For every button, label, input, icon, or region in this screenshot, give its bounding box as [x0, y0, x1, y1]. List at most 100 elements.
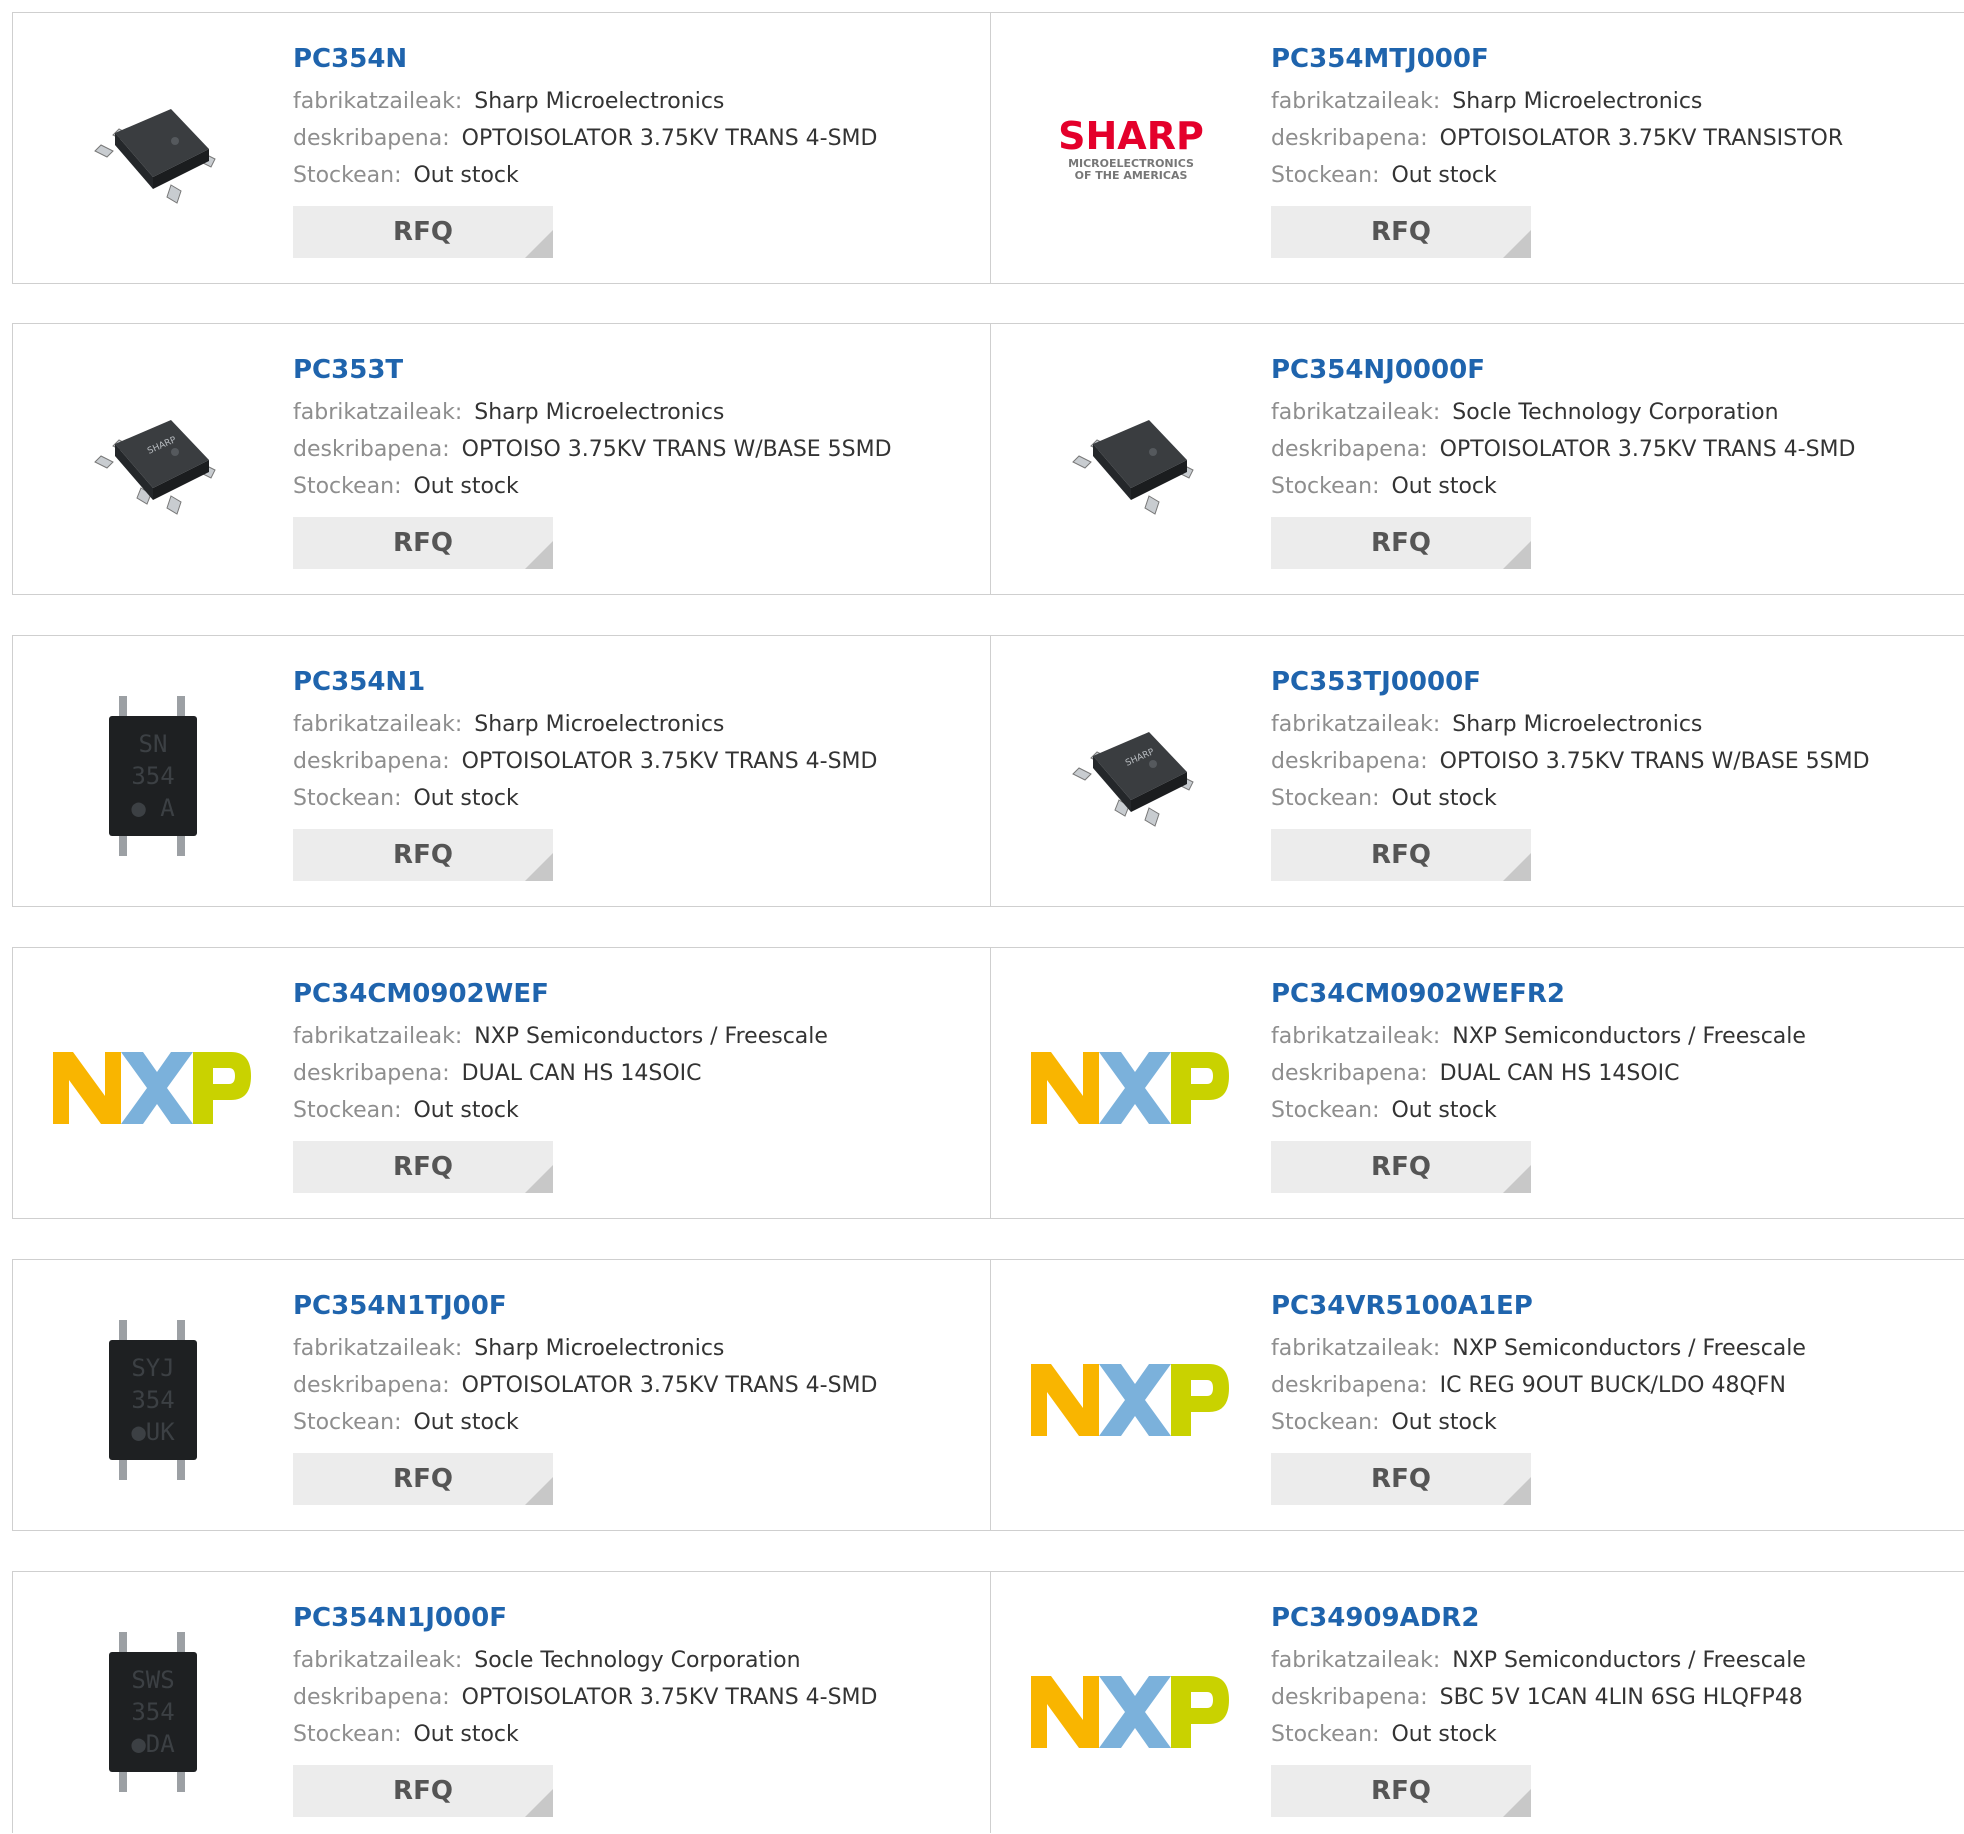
corner-triangle-icon: [1503, 1789, 1531, 1817]
corner-triangle-icon: [1503, 1477, 1531, 1505]
rfq-button-label: RFQ: [393, 840, 453, 870]
description-label: deskribapena:: [293, 437, 450, 462]
stock-line: Stockean: Out stock: [1271, 1404, 1957, 1441]
product-card: PC34CM0902WEF fabrikatzaileak: NXP Semico…: [13, 948, 989, 1218]
product-image[interactable]: [53, 988, 253, 1188]
part-number-link[interactable]: PC34CM0902WEFR2: [1271, 978, 1957, 1010]
description-line: deskribapena: SBC 5V 1CAN 4LIN 6SG HLQFP4…: [1271, 1679, 1957, 1716]
stock-value: Out stock: [413, 163, 519, 188]
part-number-link[interactable]: PC34VR5100A1EP: [1271, 1290, 1957, 1322]
rfq-button[interactable]: RFQ: [293, 1453, 553, 1505]
part-number-link[interactable]: PC354MTJ000F: [1271, 43, 1957, 75]
rfq-button-label: RFQ: [1371, 840, 1431, 870]
description-label: deskribapena:: [293, 126, 450, 151]
chip-image: SHARP: [1072, 732, 1194, 827]
description-label: deskribapena:: [293, 1373, 450, 1398]
description-label: deskribapena:: [1271, 1685, 1428, 1710]
description-value: DUAL CAN HS 14SOIC: [461, 1061, 702, 1086]
part-number-link[interactable]: PC354NJ0000F: [1271, 354, 1957, 386]
description-value: OPTOISOLATOR 3.75KV TRANS 4-SMD: [461, 749, 878, 774]
stock-label: Stockean:: [293, 1098, 402, 1123]
description-label: deskribapena:: [293, 1685, 450, 1710]
rfq-button[interactable]: RFQ: [1271, 829, 1531, 881]
manufacturer-line: fabrikatzaileak: Sharp Microelectronics: [1271, 83, 1957, 120]
stock-line: Stockean: Out stock: [293, 1092, 979, 1129]
rfq-button[interactable]: RFQ: [293, 517, 553, 569]
part-number-link[interactable]: PC34909ADR2: [1271, 1602, 1957, 1634]
svg-text:SN: SN: [139, 730, 168, 758]
manufacturer-label: fabrikatzaileak:: [1271, 89, 1441, 114]
product-image[interactable]: SWS 354 ●DA: [53, 1612, 253, 1812]
stock-value: Out stock: [413, 1722, 519, 1747]
rfq-button[interactable]: RFQ: [293, 829, 553, 881]
description-line: deskribapena: OPTOISO 3.75KV TRANS W/BASE…: [293, 431, 979, 468]
corner-triangle-icon: [1503, 1165, 1531, 1193]
manufacturer-label: fabrikatzaileak:: [1271, 1648, 1441, 1673]
description-value: OPTOISOLATOR 3.75KV TRANS 4-SMD: [461, 126, 878, 151]
rfq-button[interactable]: RFQ: [293, 206, 553, 258]
part-number-link[interactable]: PC353T: [293, 354, 979, 386]
stock-line: Stockean: Out stock: [1271, 780, 1957, 817]
product-image[interactable]: SHARP: [53, 364, 253, 564]
chip-image: SYJ 354 ●UK: [109, 1320, 197, 1480]
rfq-button[interactable]: RFQ: [1271, 1765, 1531, 1817]
manufacturer-value: Socle Technology Corporation: [1452, 400, 1779, 425]
product-info: PC353TJ0000F fabrikatzaileak: Sharp Micro…: [1271, 666, 1957, 881]
rfq-button[interactable]: RFQ: [1271, 517, 1531, 569]
manufacturer-value: Sharp Microelectronics: [1452, 712, 1703, 737]
stock-label: Stockean:: [293, 1722, 402, 1747]
svg-text:●UK: ●UK: [131, 1418, 175, 1446]
rfq-button[interactable]: RFQ: [1271, 1141, 1531, 1193]
stock-label: Stockean:: [1271, 1098, 1380, 1123]
part-number-link[interactable]: PC354N: [293, 43, 979, 75]
manufacturer-label: fabrikatzaileak:: [1271, 712, 1441, 737]
description-label: deskribapena:: [1271, 1373, 1428, 1398]
description-line: deskribapena: OPTOISOLATOR 3.75KV TRANS 4…: [293, 743, 979, 780]
product-info: PC353T fabrikatzaileak: Sharp Microelectr…: [293, 354, 979, 569]
part-number-link[interactable]: PC354N1J000F: [293, 1602, 979, 1634]
rfq-button[interactable]: RFQ: [1271, 1453, 1531, 1505]
product-card: SHARP PC353TJ0000F fabrikatzaileak: Sharp…: [991, 636, 1964, 906]
manufacturer-value: Sharp Microelectronics: [474, 89, 725, 114]
product-image[interactable]: SHARP MICROELECTRONICS OF THE AMERICAS: [1031, 53, 1231, 253]
stock-value: Out stock: [1391, 163, 1497, 188]
description-line: deskribapena: OPTOISOLATOR 3.75KV TRANS 4…: [293, 120, 979, 157]
rfq-button-label: RFQ: [1371, 528, 1431, 558]
rfq-button-label: RFQ: [1371, 217, 1431, 247]
nxp-logo: [1031, 1364, 1229, 1436]
description-line: deskribapena: DUAL CAN HS 14SOIC: [293, 1055, 979, 1092]
rfq-button[interactable]: RFQ: [293, 1141, 553, 1193]
rfq-button-label: RFQ: [1371, 1776, 1431, 1806]
manufacturer-label: fabrikatzaileak:: [293, 1336, 463, 1361]
product-image[interactable]: [1031, 988, 1231, 1188]
part-number-link[interactable]: PC353TJ0000F: [1271, 666, 1957, 698]
product-card: PC34CM0902WEFR2 fabrikatzaileak: NXP Semi…: [991, 948, 1964, 1218]
corner-triangle-icon: [1503, 853, 1531, 881]
manufacturer-value: Sharp Microelectronics: [474, 712, 725, 737]
product-image[interactable]: SYJ 354 ●UK: [53, 1300, 253, 1500]
product-image[interactable]: SHARP: [1031, 676, 1231, 876]
product-row: SHARP PC353T fabrikatzaileak: Sharp Micro…: [12, 323, 1964, 595]
description-line: deskribapena: IC REG 9OUT BUCK/LDO 48QFN: [1271, 1367, 1957, 1404]
rfq-button-label: RFQ: [393, 1464, 453, 1494]
part-number-link[interactable]: PC34CM0902WEF: [293, 978, 979, 1010]
product-image[interactable]: [1031, 1300, 1231, 1500]
manufacturer-line: fabrikatzaileak: NXP Semiconductors / Fre…: [1271, 1018, 1957, 1055]
rfq-button-label: RFQ: [1371, 1152, 1431, 1182]
manufacturer-label: fabrikatzaileak:: [293, 1024, 463, 1049]
manufacturer-line: fabrikatzaileak: Socle Technology Corpora…: [1271, 394, 1957, 431]
product-image[interactable]: [1031, 1612, 1231, 1812]
manufacturer-value: NXP Semiconductors / Freescale: [1452, 1024, 1806, 1049]
stock-label: Stockean:: [1271, 1722, 1380, 1747]
rfq-button[interactable]: RFQ: [293, 1765, 553, 1817]
part-number-link[interactable]: PC354N1: [293, 666, 979, 698]
product-image[interactable]: [1031, 364, 1231, 564]
manufacturer-line: fabrikatzaileak: NXP Semiconductors / Fre…: [1271, 1330, 1957, 1367]
product-card: PC34909ADR2 fabrikatzaileak: NXP Semicond…: [991, 1572, 1964, 1833]
product-info: PC34CM0902WEFR2 fabrikatzaileak: NXP Semi…: [1271, 978, 1957, 1193]
rfq-button[interactable]: RFQ: [1271, 206, 1531, 258]
product-image[interactable]: SN 354 ● A: [53, 676, 253, 876]
manufacturer-line: fabrikatzaileak: Sharp Microelectronics: [293, 706, 979, 743]
product-image[interactable]: [53, 53, 253, 253]
part-number-link[interactable]: PC354N1TJ00F: [293, 1290, 979, 1322]
